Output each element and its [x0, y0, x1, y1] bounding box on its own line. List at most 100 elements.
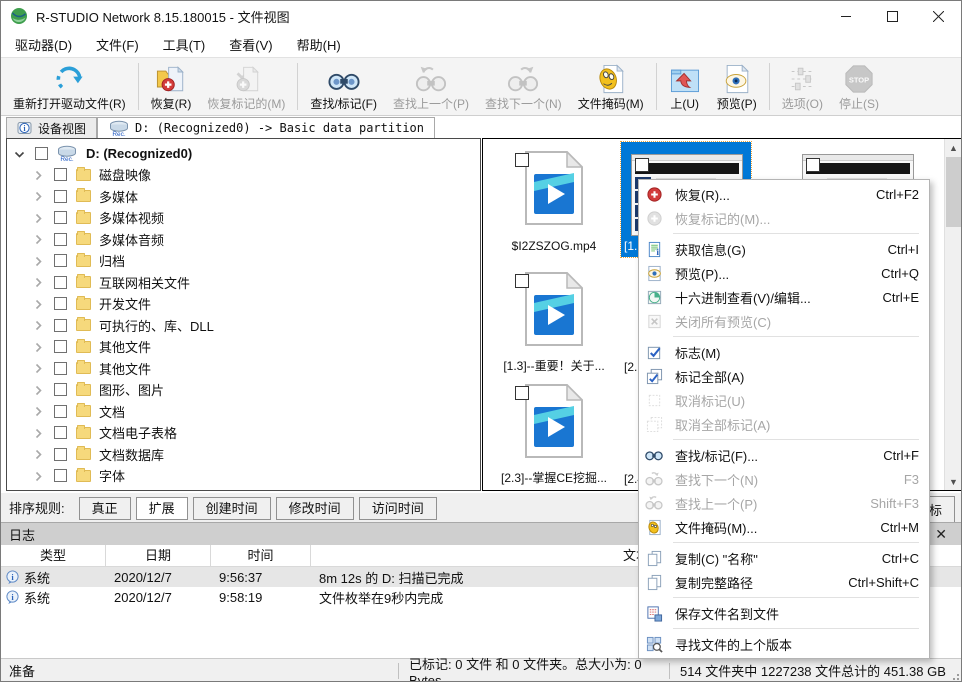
menubar-item-2[interactable]: 工具(T) — [153, 31, 216, 58]
maximize-button[interactable] — [869, 1, 915, 31]
chevron-right-icon[interactable] — [33, 319, 45, 331]
log-close-icon[interactable]: ✕ — [929, 526, 953, 543]
tree-checkbox[interactable] — [54, 340, 67, 353]
menubar-item-4[interactable]: 帮助(H) — [287, 31, 351, 58]
chevron-right-icon[interactable] — [33, 405, 45, 417]
menu-item-label: 恢复(R)... — [675, 185, 730, 204]
tree-row[interactable]: 文档数据库 — [7, 444, 480, 465]
tree-checkbox[interactable] — [54, 168, 67, 181]
file-checkbox[interactable] — [635, 158, 649, 172]
tree-checkbox[interactable] — [54, 426, 67, 439]
menu-item-file-mask[interactable]: 文件掩码(M)...Ctrl+M — [639, 515, 929, 539]
toolbar-button-preview[interactable]: 预览(P) — [709, 60, 765, 113]
log-column-header[interactable]: 日期 — [106, 545, 211, 566]
menu-item-mark-all[interactable]: 标记全部(A) — [639, 364, 929, 388]
chevron-right-icon[interactable] — [33, 255, 45, 267]
chevron-right-icon[interactable] — [33, 298, 45, 310]
scroll-down-icon[interactable]: ▼ — [945, 473, 962, 490]
file-checkbox[interactable] — [515, 274, 529, 288]
toolbar-button-find-mark[interactable]: 查找/标记(F) — [302, 60, 385, 113]
chevron-right-icon[interactable] — [33, 384, 45, 396]
scrollbar-thumb[interactable] — [946, 157, 961, 227]
tree-row[interactable]: 其他文件 — [7, 358, 480, 379]
folder-tree-panel[interactable]: Rec.D: (Recognized0)磁盘映像多媒体多媒体视频多媒体音频归档互… — [6, 138, 481, 491]
chevron-right-icon[interactable] — [33, 212, 45, 224]
tree-row[interactable]: 多媒体视频 — [7, 207, 480, 228]
tree-row[interactable]: 归档 — [7, 250, 480, 271]
toolbar-button-file-mask[interactable]: 文件掩码(M) — [570, 60, 652, 113]
chevron-right-icon[interactable] — [33, 169, 45, 181]
chevron-right-icon[interactable] — [33, 190, 45, 202]
tree-row[interactable]: 可执行的、库、DLL — [7, 315, 480, 336]
tree-checkbox[interactable] — [54, 276, 67, 289]
sort-tab-扩展[interactable]: 扩展 — [136, 497, 188, 520]
tree-checkbox[interactable] — [54, 383, 67, 396]
tab-device-view[interactable]: i设备视图 — [6, 117, 97, 138]
menubar-item-3[interactable]: 查看(V) — [219, 31, 282, 58]
menu-item-recover[interactable]: 恢复(R)...Ctrl+F2 — [639, 182, 929, 206]
menubar-item-0[interactable]: 驱动器(D) — [5, 31, 82, 58]
tree-checkbox[interactable] — [54, 319, 67, 332]
tree-checkbox[interactable] — [54, 469, 67, 482]
file-item[interactable]: [1.3]--重要！关于... — [489, 263, 619, 378]
tree-row[interactable]: 磁盘映像 — [7, 164, 480, 185]
menu-item-copy-path[interactable]: 复制完整路径Ctrl+Shift+C — [639, 570, 929, 594]
tree-row[interactable]: 图形、图片 — [7, 379, 480, 400]
file-checkbox[interactable] — [515, 153, 529, 167]
menu-item-mark[interactable]: 标志(M) — [639, 340, 929, 364]
sort-tab-访问时间[interactable]: 访问时间 — [359, 497, 437, 520]
tree-checkbox[interactable] — [54, 211, 67, 224]
tab-partition[interactable]: Rec.D: (Recognized0) -> Basic data parti… — [97, 117, 435, 138]
menu-item-preview[interactable]: 预览(P)...Ctrl+Q — [639, 261, 929, 285]
chevron-right-icon[interactable] — [33, 341, 45, 353]
tree-row[interactable]: 其他文件 — [7, 336, 480, 357]
file-checkbox[interactable] — [806, 158, 820, 172]
close-button[interactable] — [915, 1, 961, 31]
tree-row-root[interactable]: Rec.D: (Recognized0) — [7, 143, 480, 164]
resize-grip[interactable] — [949, 670, 959, 680]
tree-row[interactable]: 互联网相关文件 — [7, 272, 480, 293]
toolbar-button-up[interactable]: 上(U) — [661, 60, 709, 113]
file-item[interactable]: $I2ZSZOG.mp4 — [489, 142, 619, 257]
chevron-right-icon[interactable] — [33, 362, 45, 374]
minimize-button[interactable] — [823, 1, 869, 31]
menu-item-save-filenames[interactable]: 保存文件名到文件 — [639, 601, 929, 625]
chevron-down-icon[interactable] — [14, 148, 26, 160]
chevron-right-icon[interactable] — [33, 427, 45, 439]
tree-checkbox[interactable] — [54, 448, 67, 461]
toolbar-button-recover[interactable]: 恢复(R) — [143, 60, 200, 113]
chevron-right-icon[interactable] — [33, 233, 45, 245]
tree-row[interactable]: 字体 — [7, 465, 480, 486]
chevron-right-icon[interactable] — [33, 470, 45, 482]
file-panel-scrollbar[interactable]: ▲ ▼ — [944, 139, 961, 490]
tree-row[interactable]: 开发文件 — [7, 293, 480, 314]
menu-item-copy-name[interactable]: 复制(C) "名称"Ctrl+C — [639, 546, 929, 570]
sort-tab-真正[interactable]: 真正 — [79, 497, 131, 520]
sort-tab-创建时间[interactable]: 创建时间 — [193, 497, 271, 520]
chevron-right-icon[interactable] — [33, 276, 45, 288]
file-item[interactable]: [2.3]--掌握CE挖掘... — [489, 375, 619, 490]
tree-row[interactable]: 文档电子表格 — [7, 422, 480, 443]
tree-checkbox[interactable] — [35, 147, 48, 160]
tree-checkbox[interactable] — [54, 190, 67, 203]
menu-item-hex-view[interactable]: 十六进制查看(V)/编辑...Ctrl+E — [639, 285, 929, 309]
tree-checkbox[interactable] — [54, 233, 67, 246]
menu-item-get-info[interactable]: i获取信息(G)Ctrl+I — [639, 237, 929, 261]
tree-row[interactable]: 多媒体音频 — [7, 229, 480, 250]
tree-checkbox[interactable] — [54, 405, 67, 418]
tree-checkbox[interactable] — [54, 254, 67, 267]
log-column-header[interactable]: 类型 — [1, 545, 106, 566]
tree-row[interactable]: 多媒体 — [7, 186, 480, 207]
tree-checkbox[interactable] — [54, 297, 67, 310]
tree-checkbox[interactable] — [54, 362, 67, 375]
tree-row[interactable]: 文档 — [7, 401, 480, 422]
menu-item-find-mark[interactable]: 查找/标记(F)...Ctrl+F — [639, 443, 929, 467]
menubar-item-1[interactable]: 文件(F) — [86, 31, 149, 58]
sort-tab-修改时间[interactable]: 修改时间 — [276, 497, 354, 520]
log-column-header[interactable]: 时间 — [211, 545, 311, 566]
toolbar-button-reopen-drives[interactable]: 重新打开驱动文件(R) — [5, 60, 134, 113]
scroll-up-icon[interactable]: ▲ — [945, 139, 962, 156]
chevron-right-icon[interactable] — [33, 448, 45, 460]
menu-item-find-previous-versions[interactable]: 寻找文件的上个版本 — [639, 632, 929, 656]
file-checkbox[interactable] — [515, 386, 529, 400]
